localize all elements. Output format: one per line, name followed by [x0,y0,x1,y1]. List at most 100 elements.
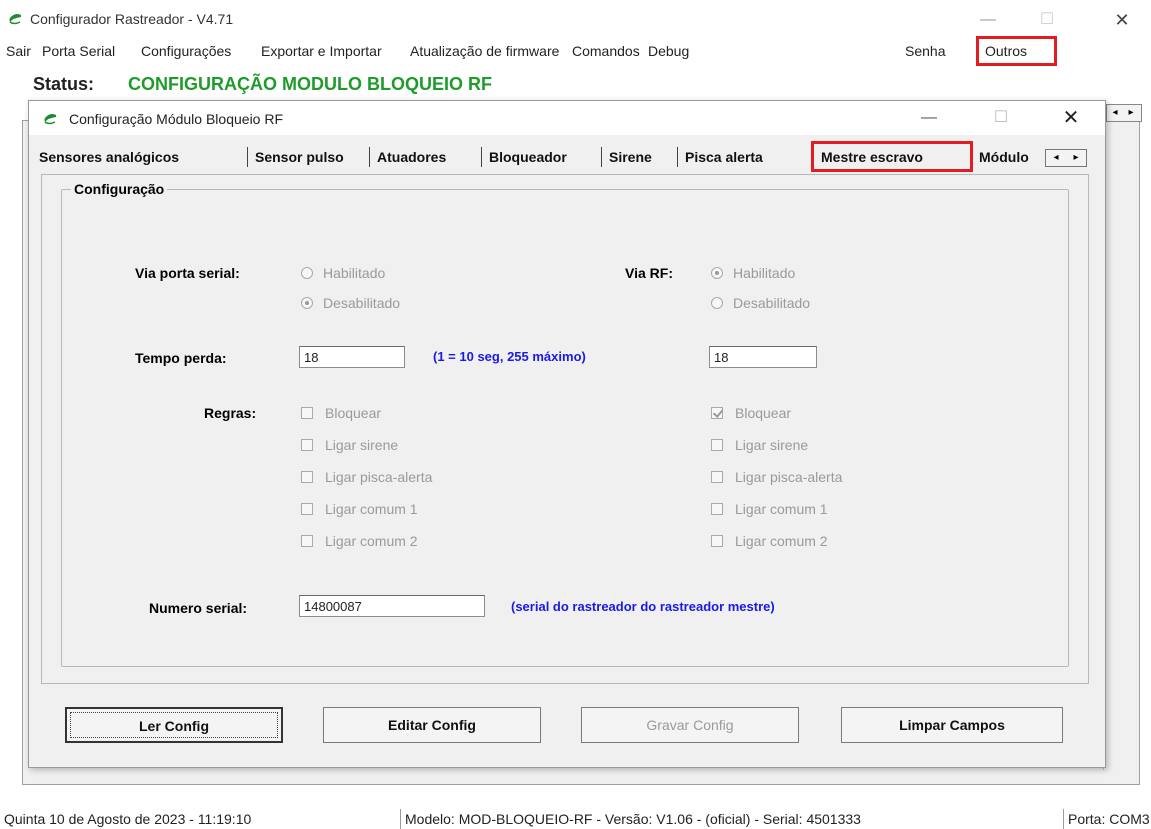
checkbox-label: Ligar sirene [735,437,809,453]
checkbox-label: Ligar comum 2 [735,533,828,549]
numero-serial-label: Numero serial: [149,600,248,616]
editar-config-button[interactable]: Editar Config [323,707,541,743]
tempo-perda-rf-input[interactable] [709,346,817,368]
tempo-perda-label: Tempo perda: [135,350,227,366]
serial-ligar-pisca-alerta-checkbox[interactable]: Ligar pisca-alerta [301,469,432,485]
checkbox-icon [301,503,313,515]
serial-bloquear-checkbox[interactable]: Bloquear [301,405,381,421]
radio-selected-icon [301,297,313,309]
gravar-config-button[interactable]: Gravar Config [581,707,799,743]
status-model: Modelo: MOD-BLOQUEIO-RF - Versão: V1.06 … [400,809,865,829]
status-datetime: Quinta 10 de Agosto de 2023 - 11:19:10 [4,811,252,827]
numero-serial-input[interactable] [299,595,485,617]
outer-tab-scroller[interactable]: ◂ ▸ [1106,104,1142,122]
checkbox-label: Ligar pisca-alerta [325,469,433,485]
checkbox-label: Ligar comum 1 [735,501,828,517]
checkbox-label: Ligar comum 1 [325,501,418,517]
status-bar: Quinta 10 de Agosto de 2023 - 11:19:10 M… [0,809,1151,829]
checkbox-label: Ligar sirene [325,437,399,453]
radio-label: Habilitado [323,265,386,281]
radio-selected-icon [711,267,723,279]
checkbox-checked-icon [711,407,723,419]
close-button[interactable]: ✕ [1099,8,1145,32]
checkbox-icon [301,407,313,419]
rf-ligar-sirene-checkbox[interactable]: Ligar sirene [711,437,808,453]
config-dialog: Configuração Módulo Bloqueio RF — ☐ ✕ Se… [28,100,1106,768]
dialog-maximize-button[interactable]: ☐ [981,106,1021,130]
serial-desabilitado-radio[interactable]: Desabilitado [301,295,400,311]
dialog-close-button[interactable]: ✕ [1051,106,1091,130]
tab-scroller[interactable]: ◂ ▸ [1045,149,1087,167]
tab-scroll-left-icon[interactable]: ◂ [1046,150,1066,166]
minimize-button[interactable]: — [965,8,1011,32]
maximize-button[interactable]: ☐ [1024,8,1070,32]
tab-separator [601,147,602,167]
dialog-title: Configuração Módulo Bloqueio RF [69,111,284,127]
radio-icon [711,297,723,309]
tab-pisca-alerta[interactable]: Pisca alerta [685,149,763,165]
checkbox-label: Ligar pisca-alerta [735,469,843,485]
menu-item-sair[interactable]: Sair [6,43,31,59]
menu-item-atualizacao-firmware[interactable]: Atualização de firmware [410,43,559,59]
serial-ligar-sirene-checkbox[interactable]: Ligar sirene [301,437,398,453]
radio-label: Desabilitado [733,295,811,311]
checkbox-label: Bloquear [735,405,792,421]
scroll-left-icon[interactable]: ◂ [1107,105,1123,121]
serial-habilitado-radio[interactable]: Habilitado [301,265,385,281]
checkbox-label: Bloquear [325,405,382,421]
window-title: Configurador Rastreador - V4.71 [30,11,234,27]
config-group-box [61,189,1069,667]
regras-label: Regras: [204,405,257,421]
menu-item-comandos[interactable]: Comandos [572,43,640,59]
rf-ligar-pisca-alerta-checkbox[interactable]: Ligar pisca-alerta [711,469,842,485]
tab-separator [481,147,482,167]
checkbox-icon [301,471,313,483]
rf-ligar-comum-1-checkbox[interactable]: Ligar comum 1 [711,501,828,517]
scroll-right-icon[interactable]: ▸ [1123,105,1139,121]
menu-item-porta-serial[interactable]: Porta Serial [42,43,115,59]
status-label: Status: [33,74,95,94]
menu-item-exportar-importar[interactable]: Exportar e Importar [261,43,382,59]
checkbox-icon [301,439,313,451]
rf-bloquear-checkbox[interactable]: Bloquear [711,405,791,421]
serial-ligar-comum-1-checkbox[interactable]: Ligar comum 1 [301,501,418,517]
tab-highlight-box [811,141,973,172]
menu-highlight-box [976,36,1057,66]
tab-sensor-pulso[interactable]: Sensor pulso [255,149,344,165]
checkbox-icon [711,503,723,515]
tab-atuadores[interactable]: Atuadores [377,149,446,165]
checkbox-icon [711,535,723,547]
menu-item-configuracoes[interactable]: Configurações [141,43,231,59]
via-rf-label: Via RF: [625,265,673,281]
via-porta-serial-label: Via porta serial: [135,265,240,281]
menu-item-senha[interactable]: Senha [905,43,945,59]
tab-separator [677,147,678,167]
tab-separator [369,147,370,167]
window-title-bar: Configurador Rastreador - V4.71 — ☐ ✕ [0,0,1151,38]
tempo-perda-serial-input[interactable] [299,346,405,368]
numero-serial-hint: (serial do rastreador do rastreador mest… [511,599,775,614]
radio-label: Habilitado [733,265,796,281]
tab-bloqueador[interactable]: Bloqueador [489,149,567,165]
tab-separator [247,147,248,167]
tab-scroll-right-icon[interactable]: ▸ [1066,150,1086,166]
ler-config-button[interactable]: Ler Config [65,707,283,743]
rf-desabilitado-radio[interactable]: Desabilitado [711,295,810,311]
tab-modulo[interactable]: Módulo [979,149,1041,165]
tab-sensores-analogicos[interactable]: Sensores analógicos [39,149,179,165]
rf-ligar-comum-2-checkbox[interactable]: Ligar comum 2 [711,533,828,549]
app-logo-icon [9,14,21,25]
limpar-campos-button[interactable]: Limpar Campos [841,707,1063,743]
tab-sirene[interactable]: Sirene [609,149,652,165]
dialog-minimize-button[interactable]: — [909,106,949,130]
status-port: Porta: COM3 [1063,809,1151,829]
checkbox-icon [301,535,313,547]
group-title: Configuração [71,181,168,197]
rf-habilitado-radio[interactable]: Habilitado [711,265,795,281]
menu-item-debug[interactable]: Debug [648,43,689,59]
radio-label: Desabilitado [323,295,401,311]
checkbox-icon [711,439,723,451]
serial-ligar-comum-2-checkbox[interactable]: Ligar comum 2 [301,533,418,549]
checkbox-icon [711,471,723,483]
dialog-title-bar: Configuração Módulo Bloqueio RF — ☐ ✕ [29,101,1105,135]
